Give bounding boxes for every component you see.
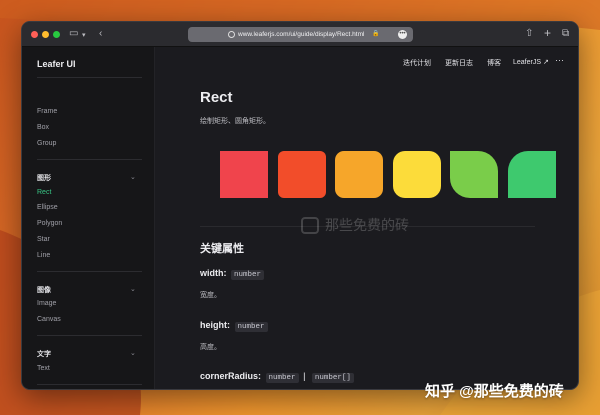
property-description: 高度。 bbox=[200, 344, 221, 351]
page-menu-icon[interactable]: ••• bbox=[398, 30, 407, 39]
section-heading: 关键属性 bbox=[200, 243, 244, 255]
sidebar-item-canvas[interactable]: Canvas bbox=[37, 316, 61, 323]
globe-icon bbox=[228, 31, 235, 38]
property-corner-radius: cornerRadius: number | number[] bbox=[200, 371, 354, 383]
nav-link-changelog[interactable]: 更新日志 bbox=[445, 58, 473, 68]
new-tab-icon[interactable]: + bbox=[544, 27, 551, 39]
sidebar-divider bbox=[37, 335, 142, 336]
type-separator: | bbox=[303, 371, 306, 381]
type-badge: number bbox=[234, 322, 268, 332]
tabs-overview-icon[interactable]: ⧉ bbox=[562, 28, 569, 40]
property-name: width: bbox=[200, 268, 227, 278]
watermark-logo-icon bbox=[301, 217, 319, 234]
more-menu-icon[interactable]: ··· bbox=[555, 55, 564, 65]
address-bar[interactable]: www.leaferjs.com/ui/guide/display/Rect.h… bbox=[188, 27, 413, 42]
property-height: height: number bbox=[200, 320, 268, 332]
rect-swatch-plain bbox=[220, 151, 268, 198]
share-icon[interactable]: ⇧ bbox=[525, 28, 533, 40]
minimize-window-button[interactable] bbox=[42, 31, 49, 38]
sidebar-item-image[interactable]: Image bbox=[37, 300, 56, 307]
sidebar-item-polygon[interactable]: Polygon bbox=[37, 220, 62, 227]
type-badge: number[] bbox=[311, 373, 354, 383]
close-window-button[interactable] bbox=[31, 31, 38, 38]
sidebar-item-frame[interactable]: Frame bbox=[37, 108, 57, 115]
sidebar-section-images[interactable]: 图像 bbox=[37, 285, 51, 295]
rect-swatch-large-radius bbox=[393, 151, 441, 198]
nav-link-blog[interactable]: 博客 bbox=[487, 58, 501, 68]
sidebar-item-ellipse[interactable]: Ellipse bbox=[37, 204, 58, 211]
browser-window: ▭ ▾ ‹ www.leaferjs.com/ui/guide/display/… bbox=[21, 21, 579, 390]
watermark-text: 那些免费的砖 bbox=[325, 217, 409, 233]
rect-swatch-corner bbox=[508, 151, 556, 198]
property-name: height: bbox=[200, 320, 230, 330]
main-content: Rect 绘制矩形、圆角矩形。 那些免费的砖 关键属性 width: numbe… bbox=[155, 77, 578, 389]
property-description: 宽度。 bbox=[200, 292, 221, 299]
property-name: cornerRadius: bbox=[200, 371, 262, 381]
sidebar-item-box[interactable]: Box bbox=[37, 124, 49, 131]
page-description: 绘制矩形、圆角矩形。 bbox=[200, 118, 270, 125]
rect-swatch-medium-radius bbox=[335, 151, 383, 198]
type-badge: number bbox=[231, 270, 265, 280]
site-logo[interactable]: Leafer UI bbox=[37, 59, 76, 69]
browser-titlebar: ▭ ▾ ‹ www.leaferjs.com/ui/guide/display/… bbox=[22, 22, 578, 47]
sidebar-divider bbox=[37, 159, 142, 160]
rect-swatch-small-radius bbox=[278, 151, 326, 198]
sidebar-toggle-icon[interactable]: ▭ bbox=[69, 28, 78, 40]
back-icon[interactable]: ‹ bbox=[99, 28, 102, 40]
sidebar-item-rect[interactable]: Rect bbox=[37, 189, 51, 196]
sidebar-section-shapes[interactable]: 图形 bbox=[37, 173, 51, 183]
property-width: width: number bbox=[200, 268, 265, 280]
nav-link-leaferjs[interactable]: LeaferJS ↗ bbox=[513, 58, 549, 66]
sidebar-divider bbox=[37, 77, 142, 78]
sidebar-item-group[interactable]: Group bbox=[37, 140, 56, 147]
chevron-down-icon[interactable]: ⌄ bbox=[130, 173, 136, 181]
chevron-down-icon[interactable]: ▾ bbox=[82, 30, 86, 42]
url-text: www.leaferjs.com/ui/guide/display/Rect.h… bbox=[238, 31, 365, 38]
sidebar-item-text[interactable]: Text bbox=[37, 365, 50, 372]
sidebar-divider bbox=[37, 384, 142, 385]
type-badge: number bbox=[265, 373, 299, 383]
sidebar-item-star[interactable]: Star bbox=[37, 236, 50, 243]
sidebar-item-line[interactable]: Line bbox=[37, 252, 50, 259]
nav-link-roadmap[interactable]: 迭代计划 bbox=[403, 58, 431, 68]
rect-swatch-leaf bbox=[450, 151, 498, 198]
page-title: Rect bbox=[200, 89, 233, 106]
chevron-down-icon[interactable]: ⌄ bbox=[130, 285, 136, 293]
lock-icon: 🔒 bbox=[372, 31, 380, 37]
sidebar-section-text[interactable]: 文字 bbox=[37, 349, 51, 359]
sidebar: Leafer UI Frame Box Group 图形 ⌄ Rect Elli… bbox=[22, 47, 155, 389]
chevron-down-icon[interactable]: ⌄ bbox=[130, 349, 136, 357]
zhihu-watermark: 知乎 @那些免费的砖 bbox=[425, 383, 564, 400]
top-navbar: 迭代计划 更新日志 博客 LeaferJS ↗ ··· bbox=[155, 47, 578, 77]
zoom-window-button[interactable] bbox=[53, 31, 60, 38]
sidebar-divider bbox=[37, 271, 142, 272]
